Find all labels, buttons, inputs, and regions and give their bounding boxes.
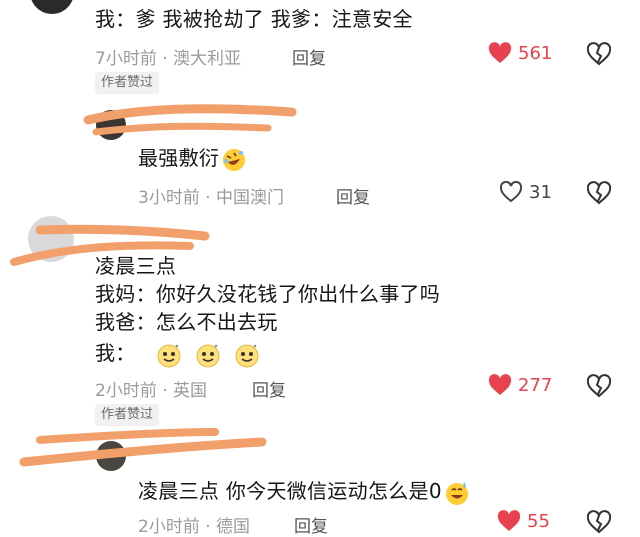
comment-meta: 3小时前 · 中国澳门 — [138, 188, 285, 208]
like-count: 277 — [518, 374, 553, 396]
reply-button[interactable]: 回复 — [294, 512, 328, 537]
comment-text: 凌晨三点 你今天微信运动怎么是0 — [138, 477, 470, 506]
comment-text: 最强敷衍 — [138, 144, 247, 173]
heart-filled-icon — [488, 374, 512, 395]
avatar[interactable] — [96, 110, 126, 140]
avatar[interactable] — [30, 0, 74, 14]
dizzy-smile-icon — [157, 344, 181, 367]
dislike-icon[interactable] — [587, 42, 611, 66]
like-button[interactable]: 31 — [499, 181, 552, 203]
comment-line: 我妈：你好久没花钱了你出什么事了吗 — [95, 282, 441, 306]
like-count: 55 — [527, 510, 550, 532]
comment-line: 我爸：怎么不出去玩 — [95, 310, 278, 334]
comment-line: 我： — [95, 339, 260, 368]
comment-line: 凌晨三点 — [95, 254, 177, 278]
reply-button[interactable]: 回复 — [252, 376, 286, 401]
rofl-face-icon — [223, 148, 246, 171]
comment-meta: 2小时前 · 德国 — [138, 517, 251, 537]
like-button[interactable]: 55 — [497, 510, 550, 532]
like-button[interactable]: 561 — [488, 42, 552, 64]
heart-filled-icon — [488, 42, 512, 63]
heart-outline-icon — [499, 181, 523, 203]
reply-button[interactable]: 回复 — [292, 44, 326, 69]
dizzy-smile-icon — [235, 344, 259, 367]
like-count: 561 — [518, 42, 553, 64]
author-liked-badge: 作者赞过 — [95, 72, 160, 94]
author-liked-badge: 作者赞过 — [95, 404, 160, 426]
like-count: 31 — [529, 181, 552, 203]
comment-meta: 7小时前 · 澳大利亚 — [95, 49, 242, 69]
dislike-icon[interactable] — [587, 510, 611, 534]
dislike-icon[interactable] — [587, 374, 611, 398]
like-button[interactable]: 277 — [488, 374, 552, 396]
dizzy-smile-icon — [196, 344, 220, 367]
reply-button[interactable]: 回复 — [336, 183, 370, 208]
comment-meta: 2小时前 · 英国 — [95, 381, 208, 401]
avatar[interactable] — [28, 216, 74, 262]
avatar[interactable] — [96, 441, 126, 471]
sweat-smile-icon — [445, 481, 468, 505]
heart-filled-icon — [497, 510, 521, 531]
comment-text: 我：爹 我被抢劫了 我爹：注意安全 — [95, 7, 413, 31]
dislike-icon[interactable] — [587, 181, 611, 205]
